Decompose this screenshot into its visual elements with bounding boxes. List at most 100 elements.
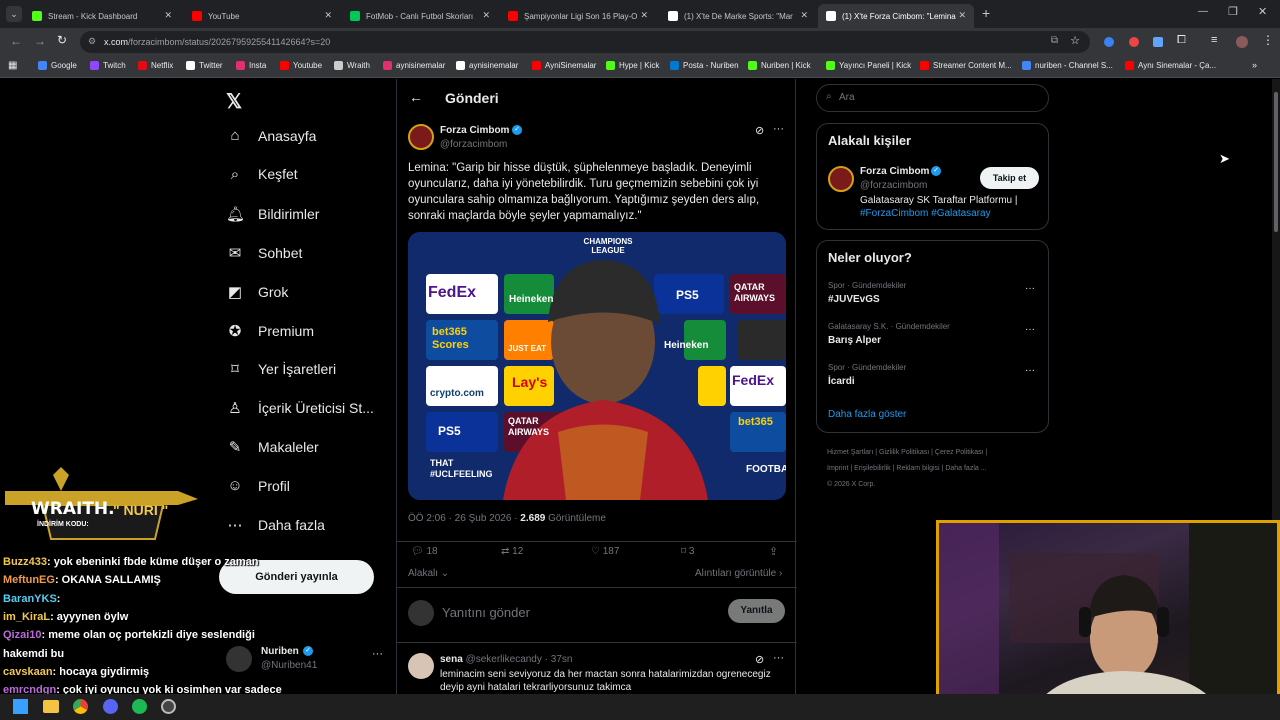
close-window-button[interactable]: ✕: [1258, 5, 1267, 18]
bookmark-item[interactable]: aynisinemalar: [456, 61, 518, 70]
install-icon[interactable]: ⧉: [1051, 35, 1058, 46]
tab-close-icon[interactable]: ✕: [640, 10, 648, 21]
discord-icon[interactable]: [103, 699, 118, 714]
relevant-sort[interactable]: Alakalı ⌄: [408, 568, 449, 579]
related-avatar[interactable]: [828, 166, 854, 192]
scrollbar-thumb[interactable]: [1274, 92, 1278, 232]
extension-icon-2[interactable]: [1129, 37, 1139, 47]
trend-more-icon[interactable]: ···: [1025, 365, 1035, 376]
bookmark-item[interactable]: Posta - Nuriben: [670, 61, 739, 70]
bookmark-item[interactable]: Insta: [236, 61, 266, 70]
nav-item-profile[interactable]: ☺ Profil: [226, 477, 290, 494]
tab-close-icon[interactable]: ✕: [800, 10, 808, 21]
tweet-image[interactable]: CHAMPIONS LEAGUE FedEx Heineken PS5 QATA…: [408, 232, 786, 500]
bookmark-item[interactable]: Twitter: [186, 61, 223, 70]
maximize-button[interactable]: ❐: [1228, 5, 1238, 18]
x-logo[interactable]: 𝕏: [226, 89, 242, 114]
tab-5[interactable]: (1) X'te Forza Cimbom: "Lemina ✕: [818, 4, 974, 28]
tweet-more-icon[interactable]: ···: [773, 123, 784, 135]
bookmark-item[interactable]: AyniSinemalar: [532, 61, 596, 70]
apps-grid-icon[interactable]: ▦: [8, 60, 17, 71]
trend-topic[interactable]: Barış Alper: [828, 335, 881, 346]
bookmark-item[interactable]: Aynı Sinemalar - Ça...: [1125, 61, 1216, 70]
nav-item-creator-studio[interactable]: ♙ İçerik Üreticisi St...: [226, 399, 374, 417]
like-action[interactable]: ♡ 187: [591, 546, 619, 557]
bookmark-item[interactable]: Nuriben | Kick: [748, 61, 811, 70]
show-more-link[interactable]: Daha fazla göster: [828, 409, 906, 420]
bookmark-item[interactable]: nuriben - Channel S...: [1022, 61, 1113, 70]
tab-0[interactable]: Stream - Kick Dashboard ✕: [24, 4, 180, 28]
nav-item-more[interactable]: ⋯ Daha fazla: [226, 516, 325, 534]
menu-kebab-icon[interactable]: ⋮: [1262, 33, 1274, 47]
extensions-puzzle-icon[interactable]: ⧠: [1177, 34, 1186, 47]
bookmark-item[interactable]: Youtube: [280, 61, 322, 70]
bookmark-item[interactable]: Twitch: [90, 61, 126, 70]
tab-search-button[interactable]: ⌄: [6, 6, 22, 22]
account-more-icon[interactable]: ···: [372, 648, 383, 660]
related-tags[interactable]: #ForzaCimbom #Galatasaray: [860, 208, 991, 219]
author-name[interactable]: Forza Cimbom: [440, 125, 509, 136]
minimize-button[interactable]: —: [1198, 6, 1208, 17]
nav-item-notifications[interactable]: 🔔︎ Bildirimler: [226, 205, 319, 223]
file-explorer-icon[interactable]: [43, 700, 59, 713]
new-tab-button[interactable]: +: [982, 5, 990, 21]
tab-4[interactable]: (1) X'te De Marke Sports: "Mar ✕: [660, 4, 816, 28]
tab-close-icon[interactable]: ✕: [482, 10, 490, 21]
bookmark-item[interactable]: Wraith: [334, 61, 370, 70]
tab-close-icon[interactable]: ✕: [324, 10, 332, 21]
tab-close-icon[interactable]: ✕: [958, 10, 966, 21]
trend-more-icon[interactable]: ···: [1025, 283, 1035, 294]
bookmark-item[interactable]: Hype | Kick: [606, 61, 659, 70]
tab-close-icon[interactable]: ✕: [164, 10, 172, 21]
account-switcher[interactable]: Nuriben ✓ @Nuriben41 ···: [226, 644, 386, 674]
bookmark-item[interactable]: aynisinemalar: [383, 61, 445, 70]
nav-item-grok[interactable]: ◩ Grok: [226, 283, 288, 301]
reply-button[interactable]: Yanıtla: [728, 599, 785, 623]
view-quotes-link[interactable]: Alıntıları görüntüle ›: [695, 568, 782, 579]
back-button[interactable]: ←: [409, 89, 423, 105]
share-icon[interactable]: ⇪: [769, 545, 778, 558]
reload-icon[interactable]: ↻: [57, 33, 67, 47]
all-bookmarks-icon[interactable]: »: [1252, 60, 1257, 70]
forward-arrow-icon[interactable]: →: [34, 34, 46, 48]
retweet-action[interactable]: ⇄ 12: [501, 546, 523, 557]
nav-item-explore[interactable]: ⌕ Keşfet: [226, 166, 298, 183]
trend-more-icon[interactable]: ···: [1025, 324, 1035, 335]
profile-avatar[interactable]: [1236, 36, 1248, 48]
author-handle[interactable]: @forzacimbom: [440, 139, 507, 150]
related-handle[interactable]: @forzacimbom: [860, 180, 927, 191]
trend-topic[interactable]: #JUVEvGS: [828, 294, 880, 305]
tab-1[interactable]: YouTube ✕: [184, 4, 340, 28]
nav-item-articles[interactable]: ✎ Makaleler: [226, 438, 319, 456]
star-icon[interactable]: ☆: [1070, 34, 1080, 47]
nav-item-premium[interactable]: ✪ Premium: [226, 322, 314, 340]
site-info-icon[interactable]: ⚙: [88, 36, 96, 47]
media-icon[interactable]: ≡: [1211, 34, 1217, 46]
bookmark-item[interactable]: Streamer Content M...: [920, 61, 1012, 70]
bookmark-item[interactable]: Yayıncı Paneli | Kick: [826, 61, 911, 70]
reply-more-icon[interactable]: ···: [773, 652, 784, 664]
reply-avatar[interactable]: [408, 653, 434, 679]
extension-icon-1[interactable]: [1104, 37, 1114, 47]
bookmark-item[interactable]: Netflix: [138, 61, 173, 70]
obs-icon[interactable]: [161, 699, 176, 714]
extension-icon-3[interactable]: [1153, 37, 1163, 47]
spotify-icon[interactable]: [132, 699, 147, 714]
bookmark-action[interactable]: ⌑ 3: [681, 546, 694, 557]
address-bar[interactable]: ⚙ x.com/forzacimbom/status/2026795925541…: [80, 31, 1090, 53]
nav-item-home[interactable]: ⌂ Anasayfa: [226, 127, 316, 144]
bookmark-item[interactable]: Google: [38, 61, 77, 70]
back-arrow-icon[interactable]: ←: [10, 34, 22, 48]
tab-2[interactable]: FotMob - Canlı Futbol Skorları ✕: [342, 4, 498, 28]
windows-start-icon[interactable]: [13, 699, 28, 714]
tab-3[interactable]: Şampiyonlar Ligi Son 16 Play-O ✕: [500, 4, 656, 28]
reply-input[interactable]: Yanıtını gönder: [442, 605, 530, 620]
reply-action[interactable]: 💬︎ 18: [411, 546, 438, 557]
search-input[interactable]: ⌕ Ara: [816, 84, 1049, 112]
grok-icon[interactable]: ⊘: [755, 124, 764, 137]
trend-topic[interactable]: İcardi: [828, 376, 855, 387]
follow-button[interactable]: Takip et: [980, 167, 1039, 189]
related-name[interactable]: Forza Cimbom: [860, 166, 929, 177]
nav-item-bookmarks[interactable]: ⌑ Yer İşaretleri: [226, 360, 336, 378]
chrome-icon[interactable]: [73, 699, 88, 714]
